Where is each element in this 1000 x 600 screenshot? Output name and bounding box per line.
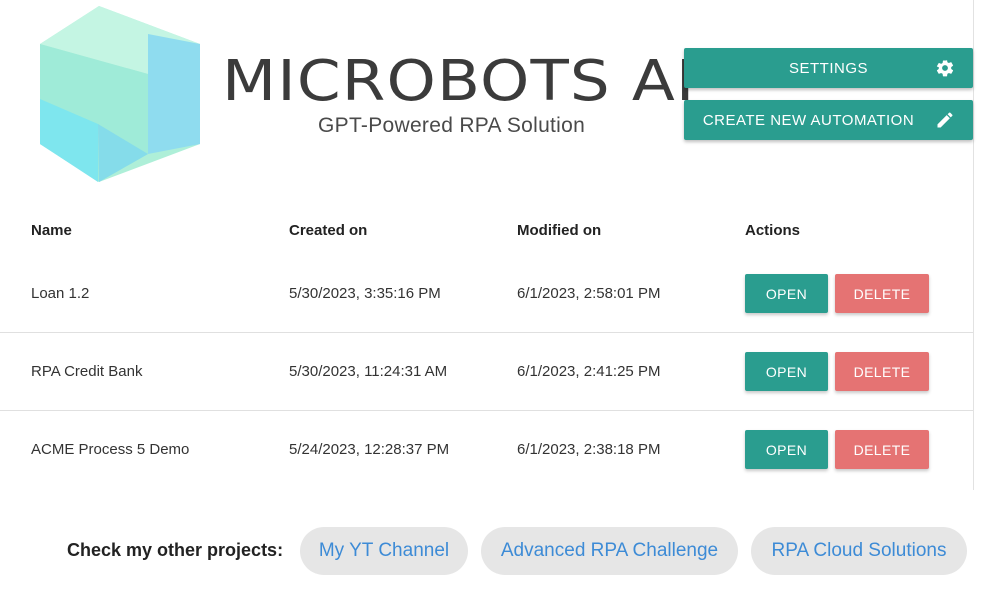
delete-button[interactable]: DELETE [835, 274, 929, 313]
open-button[interactable]: OPEN [745, 274, 828, 313]
header-created-on: Created on [289, 221, 368, 239]
settings-button[interactable]: SETTINGS [684, 48, 973, 88]
gear-icon [935, 58, 955, 78]
row-modified: 6/1/2023, 2:38:18 PM [517, 441, 661, 458]
advanced-rpa-challenge-link[interactable]: Advanced RPA Challenge [481, 527, 738, 575]
delete-button[interactable]: DELETE [835, 352, 929, 391]
header-modified-on: Modified on [517, 221, 602, 239]
create-new-automation-button[interactable]: CREATE NEW AUTOMATION [684, 100, 973, 140]
row-name: Loan 1.2 [31, 285, 90, 302]
rpa-cloud-solutions-link[interactable]: RPA Cloud Solutions [751, 527, 967, 575]
row-actions: OPEN DELETE [745, 274, 929, 313]
delete-button[interactable]: DELETE [835, 430, 929, 469]
automations-table: Name Created on Modified on Actions Loan… [0, 205, 973, 488]
row-modified: 6/1/2023, 2:41:25 PM [517, 363, 661, 380]
row-created: 5/30/2023, 3:35:16 PM [289, 285, 441, 302]
row-actions: OPEN DELETE [745, 430, 929, 469]
row-actions: OPEN DELETE [745, 352, 929, 391]
brand-title: MICROBOTS AI [222, 49, 696, 114]
pencil-icon [935, 110, 955, 130]
row-name: ACME Process 5 Demo [31, 441, 190, 458]
table-row: RPA Credit Bank 5/30/2023, 11:24:31 AM 6… [0, 333, 973, 411]
header-name: Name [31, 221, 72, 239]
panel-divider [973, 0, 974, 490]
row-name: RPA Credit Bank [31, 363, 143, 380]
row-modified: 6/1/2023, 2:58:01 PM [517, 285, 661, 302]
open-button[interactable]: OPEN [745, 352, 828, 391]
settings-button-label: SETTINGS [788, 59, 868, 77]
open-button[interactable]: OPEN [745, 430, 828, 469]
row-created: 5/24/2023, 12:28:37 PM [289, 441, 450, 458]
other-projects-label: Check my other projects: [67, 540, 284, 560]
create-button-label: CREATE NEW AUTOMATION [702, 111, 915, 129]
hexagon-logo-icon [38, 4, 208, 184]
table-header: Name Created on Modified on Actions [0, 205, 973, 255]
row-created: 5/30/2023, 11:24:31 AM [289, 363, 448, 380]
table-row: Loan 1.2 5/30/2023, 3:35:16 PM 6/1/2023,… [0, 255, 973, 333]
header-actions: Actions [745, 221, 801, 239]
other-projects-footer: Check my other projects: My YT Channel A… [0, 527, 1000, 575]
table-row: ACME Process 5 Demo 5/24/2023, 12:28:37 … [0, 411, 973, 488]
yt-channel-link[interactable]: My YT Channel [300, 527, 468, 575]
brand-subtitle: GPT-Powered RPA Solution [318, 114, 586, 137]
